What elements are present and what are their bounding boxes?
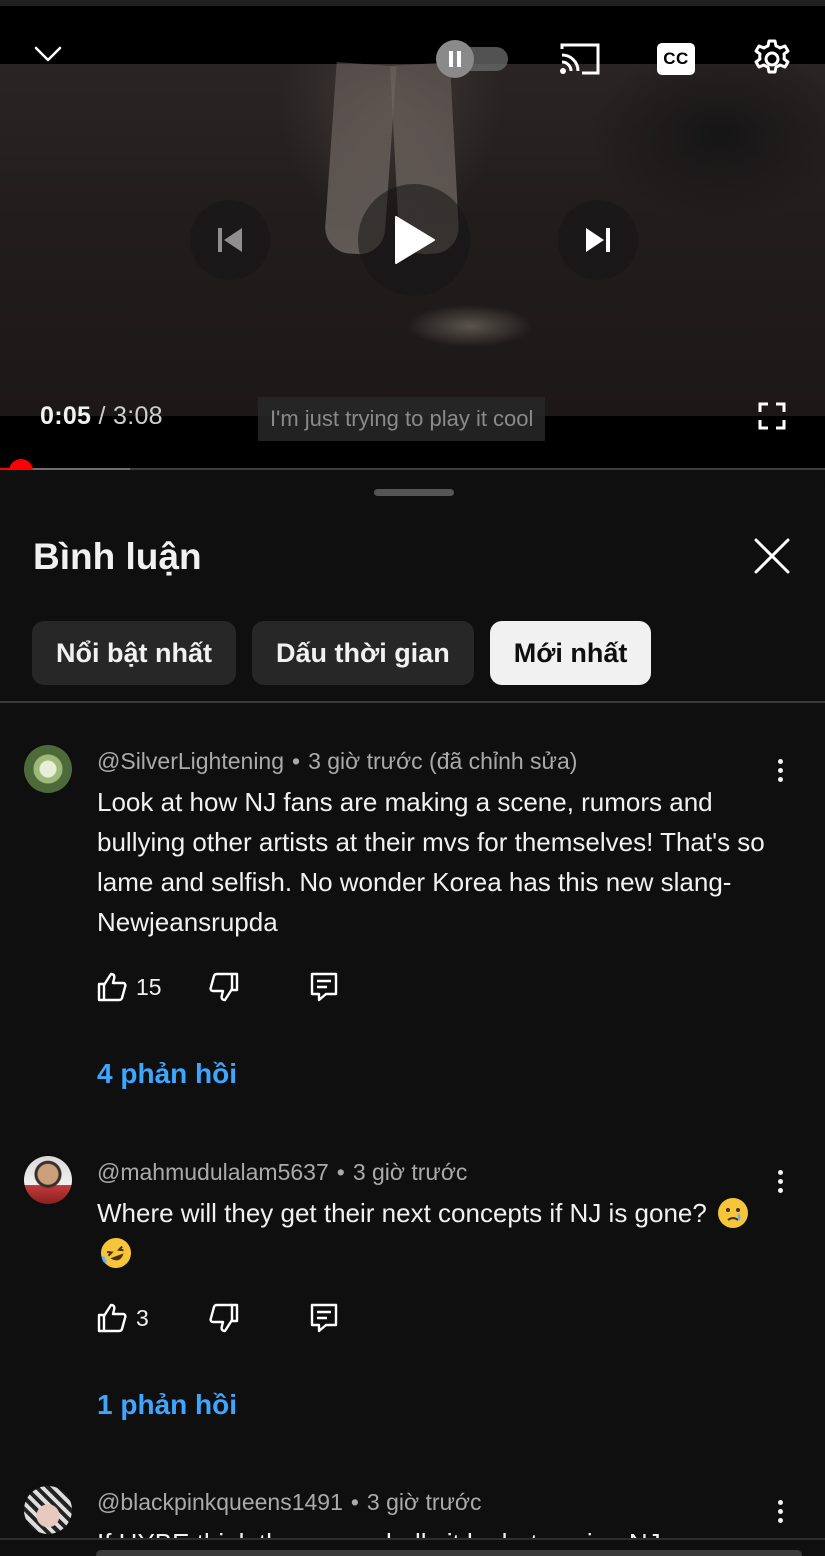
thumbs-down-icon bbox=[209, 972, 239, 1002]
more-options-icon[interactable] bbox=[766, 1161, 794, 1201]
thumbs-up-icon bbox=[97, 972, 127, 1002]
like-count: 15 bbox=[136, 973, 162, 1000]
comment-actions: 3 bbox=[96, 1298, 356, 1338]
avatar[interactable] bbox=[24, 1156, 72, 1204]
caption-text: I'm just trying to play it cool bbox=[258, 397, 546, 441]
time-separator: / bbox=[98, 402, 106, 430]
more-options-icon[interactable] bbox=[766, 750, 794, 790]
chip-newest[interactable]: Mới nhất bbox=[489, 621, 652, 685]
comment-time: 3 giờ trước (đã chỉnh sửa) bbox=[308, 748, 578, 774]
comment-text: Look at how NJ fans are making a scene, … bbox=[97, 787, 765, 937]
reply-button[interactable] bbox=[310, 1298, 338, 1338]
crying-face-emoji bbox=[718, 1198, 749, 1228]
comment-meta: @mahmudulalam5637 • 3 giờ trước bbox=[97, 1159, 467, 1186]
autoplay-toggle[interactable] bbox=[436, 40, 508, 78]
more-options-icon[interactable] bbox=[766, 1491, 794, 1531]
comment-author[interactable]: @mahmudulalam5637 bbox=[97, 1159, 329, 1185]
current-time: 0:05 bbox=[40, 402, 92, 430]
comment-time: 3 giờ trước bbox=[366, 1489, 482, 1515]
replies-link[interactable]: 1 phản hồi bbox=[97, 1389, 237, 1421]
comment-author[interactable]: @blackpinkqueens1491 bbox=[97, 1489, 343, 1515]
play-icon[interactable] bbox=[358, 184, 470, 296]
dislike-button[interactable] bbox=[208, 1298, 240, 1338]
gear-icon[interactable] bbox=[750, 36, 794, 82]
divider bbox=[0, 701, 825, 703]
next-icon[interactable] bbox=[558, 200, 638, 280]
fullscreen-icon[interactable] bbox=[756, 400, 788, 432]
cast-icon[interactable] bbox=[556, 38, 604, 80]
comment-text-wrap: Where will they get their next concepts … bbox=[96, 1193, 767, 1273]
cc-icon[interactable]: CC bbox=[656, 42, 696, 76]
thumbs-up-icon bbox=[97, 1303, 127, 1333]
comment-input-bar bbox=[0, 1538, 825, 1556]
cc-label: CC bbox=[663, 49, 689, 68]
avatar[interactable] bbox=[24, 745, 72, 793]
time-display: 0:05 / 3:08 bbox=[40, 402, 163, 431]
comment-meta: @blackpinkqueens1491 • 3 giờ trước bbox=[97, 1489, 482, 1516]
comment-author[interactable]: @SilverLightening bbox=[97, 748, 284, 774]
chip-top[interactable]: Nổi bật nhất bbox=[32, 621, 236, 685]
close-icon[interactable] bbox=[750, 534, 794, 578]
rolling-on-floor-laughing-emoji bbox=[96, 1233, 136, 1273]
comment-meta: @SilverLightening • 3 giờ trước (đã chỉnh … bbox=[97, 748, 577, 775]
pause-icon bbox=[436, 40, 474, 78]
thumbs-down-icon bbox=[209, 1303, 239, 1333]
video-player[interactable]: CC 0:05 / 3:08 I'm just trying to play i… bbox=[0, 0, 825, 470]
video-duration: 3:08 bbox=[113, 402, 163, 430]
dislike-button[interactable] bbox=[208, 967, 240, 1007]
chevron-down-icon[interactable] bbox=[30, 38, 66, 70]
comment-text: Where will they get their next concepts … bbox=[97, 1198, 707, 1228]
sort-chips: Nổi bật nhất Dấu thời gian Mới nhất bbox=[32, 621, 652, 685]
comment-time: 3 giờ trước bbox=[352, 1159, 468, 1185]
panel-title: Bình luận bbox=[33, 536, 202, 577]
replies-link[interactable]: 4 phản hồi bbox=[97, 1058, 237, 1090]
add-comment-input[interactable] bbox=[96, 1550, 802, 1556]
avatar[interactable] bbox=[24, 1486, 72, 1534]
meta-dot: • bbox=[336, 1159, 345, 1185]
meta-dot: • bbox=[292, 748, 301, 774]
comment-actions: 15 bbox=[96, 967, 356, 1007]
reply-button[interactable] bbox=[310, 967, 338, 1007]
status-strip bbox=[0, 0, 825, 6]
drag-handle[interactable] bbox=[374, 489, 454, 496]
progress-bar[interactable] bbox=[0, 468, 825, 470]
like-count: 3 bbox=[136, 1304, 149, 1331]
previous-icon[interactable] bbox=[190, 200, 270, 280]
reply-icon bbox=[310, 1303, 338, 1333]
reply-icon bbox=[310, 972, 338, 1002]
comments-panel: Bình luận Nổi bật nhất Dấu thời gian Mới… bbox=[0, 474, 825, 1556]
meta-dot: • bbox=[350, 1489, 359, 1515]
like-button[interactable]: 15 bbox=[96, 967, 162, 1007]
like-button[interactable]: 3 bbox=[96, 1298, 149, 1338]
chip-timestamps[interactable]: Dấu thời gian bbox=[252, 621, 474, 685]
